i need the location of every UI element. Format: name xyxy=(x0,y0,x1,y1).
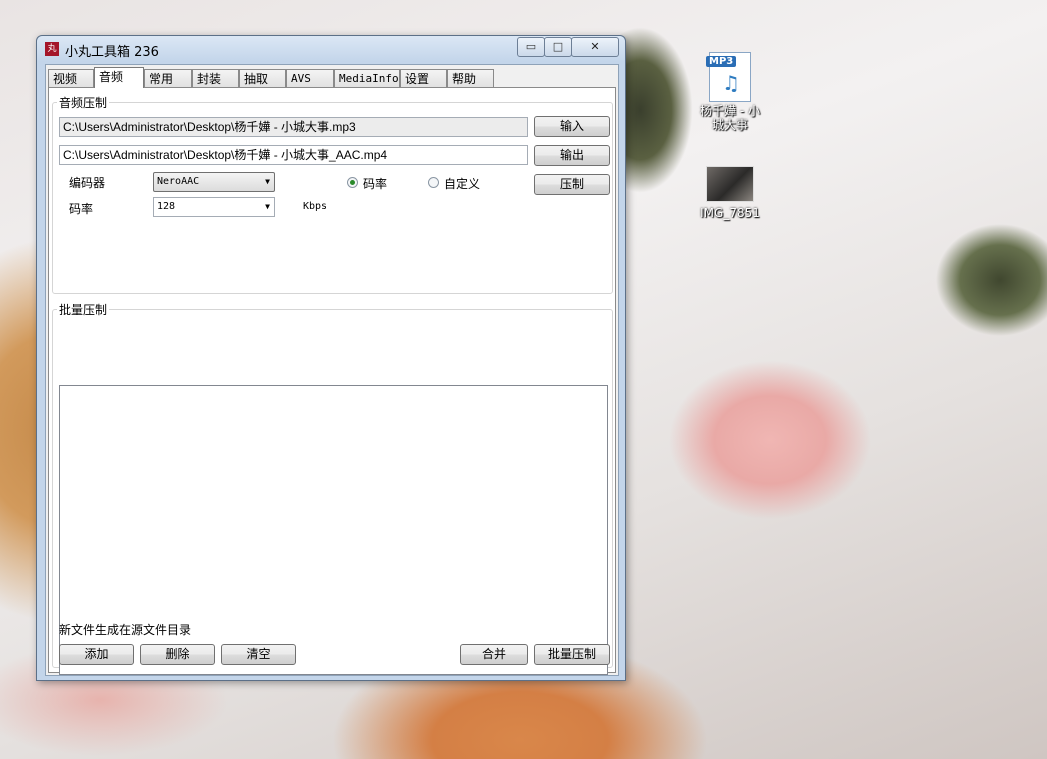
encoder-label: 编码器 xyxy=(69,176,106,190)
merge-button[interactable]: 合并 xyxy=(460,644,528,665)
encoder-value: NeroAAC xyxy=(157,176,200,187)
tab-mux[interactable]: 封装 xyxy=(192,69,239,87)
radio-bitrate-label[interactable]: 码率 xyxy=(363,175,387,192)
window-client-area: 视频 音频 常用 封装 抽取 AVS MediaInfo 设置 帮助 音频压制 … xyxy=(45,64,619,676)
radio-selected-dot xyxy=(350,180,355,185)
audio-tab-panel: 音频压制 C:\Users\Administrator\Desktop\杨千嬅 … xyxy=(48,87,616,675)
tab-avs[interactable]: AVS xyxy=(286,69,334,87)
bitrate-value: 128 xyxy=(157,201,176,212)
tab-extract[interactable]: 抽取 xyxy=(239,69,286,87)
encoder-select[interactable]: NeroAAC ▼ xyxy=(153,172,275,192)
input-path-field[interactable]: C:\Users\Administrator\Desktop\杨千嬅 - 小城大… xyxy=(59,117,528,137)
clear-button[interactable]: 清空 xyxy=(221,644,296,665)
bitrate-label: 码率 xyxy=(69,202,94,216)
add-button[interactable]: 添加 xyxy=(59,644,134,665)
close-button[interactable]: ✕ xyxy=(571,37,619,57)
maximize-button[interactable]: □ xyxy=(544,37,572,57)
bitrate-select[interactable]: 128 ▼ xyxy=(153,197,275,217)
output-path-field[interactable]: C:\Users\Administrator\Desktop\杨千嬅 - 小城大… xyxy=(59,145,528,165)
output-button[interactable]: 输出 xyxy=(534,145,610,166)
tab-video[interactable]: 视频 xyxy=(48,69,94,87)
desktop-icon-image[interactable]: IMG_7851 xyxy=(695,166,765,220)
encode-button[interactable]: 压制 xyxy=(534,174,610,195)
minimize-button[interactable]: ▭ xyxy=(517,37,545,57)
music-note-icon: ♫ xyxy=(722,71,740,95)
radio-custom-label[interactable]: 自定义 xyxy=(444,175,480,192)
radio-bitrate[interactable] xyxy=(347,177,358,188)
input-button[interactable]: 输入 xyxy=(534,116,610,137)
group-title: 音频压制 xyxy=(57,94,110,111)
tab-mediainfo[interactable]: MediaInfo xyxy=(334,69,400,87)
group-title: 批量压制 xyxy=(57,301,110,318)
app-logo-icon: 丸 xyxy=(45,42,59,56)
batch-encode-button[interactable]: 批量压制 xyxy=(534,644,610,665)
title-bar[interactable]: 丸 小丸工具箱 236 ▭ □ ✕ xyxy=(37,36,625,62)
mp3-badge: MP3 xyxy=(706,56,737,67)
desktop-icon-label: 杨千嬅 - 小城大事 xyxy=(700,104,760,132)
mp3-file-icon: MP3 ♫ xyxy=(706,52,751,102)
tab-help[interactable]: 帮助 xyxy=(447,69,494,87)
delete-button[interactable]: 删除 xyxy=(140,644,215,665)
radio-custom[interactable] xyxy=(428,177,439,188)
window-title: 小丸工具箱 236 xyxy=(65,45,159,60)
chevron-down-icon: ▼ xyxy=(265,202,270,211)
tab-common[interactable]: 常用 xyxy=(144,69,192,87)
desktop-icon-mp3[interactable]: MP3 ♫ 杨千嬅 - 小城大事 xyxy=(695,52,765,132)
tab-settings[interactable]: 设置 xyxy=(400,69,447,87)
desktop-icon-label: IMG_7851 xyxy=(700,206,760,220)
output-location-note: 新文件生成在源文件目录 xyxy=(59,623,192,637)
app-window: 丸 小丸工具箱 236 ▭ □ ✕ 视频 音频 常用 封装 抽取 AVS Med… xyxy=(36,35,626,681)
tab-audio[interactable]: 音频 xyxy=(94,67,144,88)
image-thumbnail-icon xyxy=(706,166,754,202)
chevron-down-icon: ▼ xyxy=(265,177,270,186)
bitrate-unit: Kbps xyxy=(303,201,328,212)
